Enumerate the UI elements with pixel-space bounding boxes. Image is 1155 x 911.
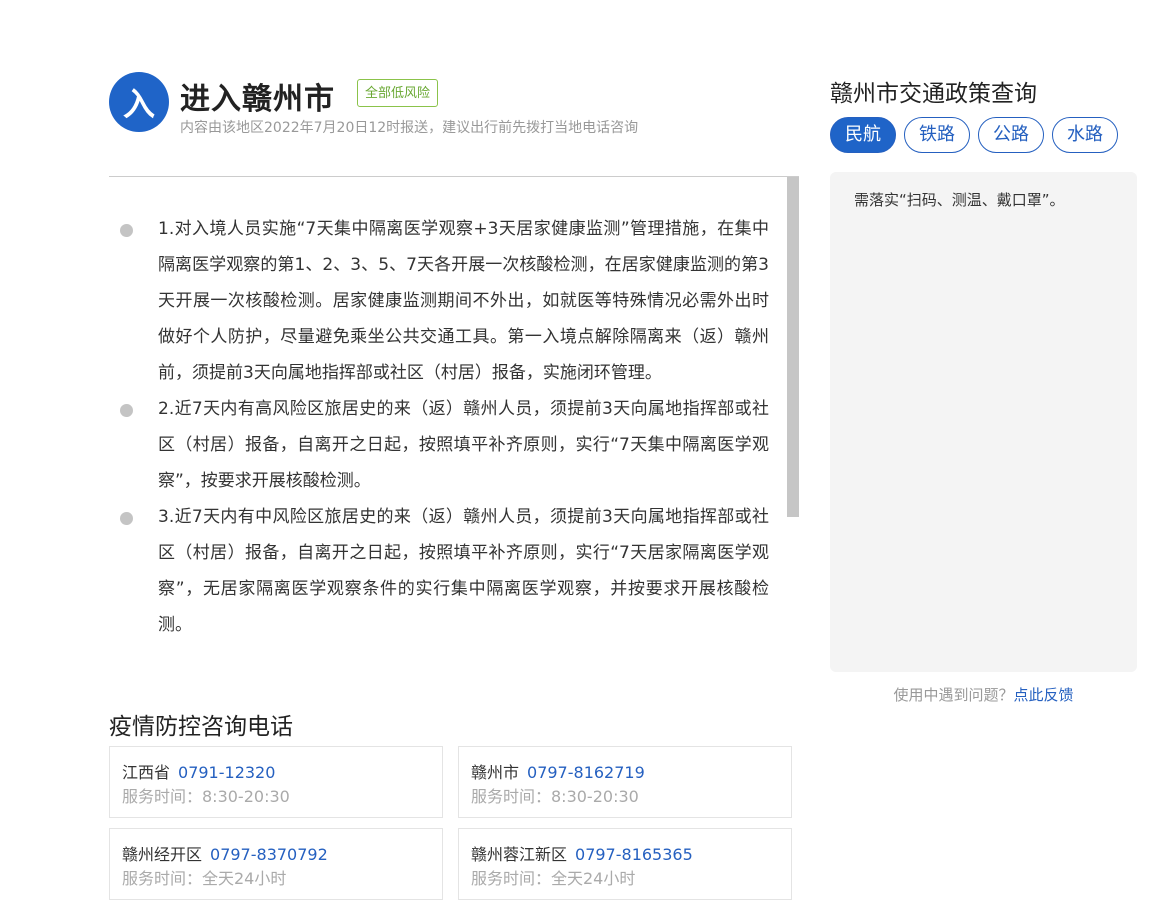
risk-level-badge: 全部低风险: [357, 79, 439, 107]
traffic-policy-panel: 需落实“扫码、测温、戴口罩”。: [830, 172, 1137, 672]
traffic-policy-title: 赣州市交通政策查询: [830, 81, 1037, 107]
hotline-region: 江西省: [122, 763, 171, 782]
hotline-phone-link[interactable]: 0797-8370792: [210, 845, 328, 864]
feedback-link[interactable]: 点此反馈: [1014, 686, 1074, 704]
hotline-card: 赣州市 0797-8162719 服务时间：8:30-20:30: [458, 746, 792, 818]
policy-text: 2.近7天内有高风险区旅居史的来（返）赣州人员，须提前3天向属地指挥部或社区（村…: [158, 399, 769, 491]
page-subtitle: 内容由该地区2022年7月20日12时报送，建议出行前先拨打当地电话咨询: [180, 120, 639, 136]
hotline-hours: 服务时间：全天24小时: [122, 869, 287, 888]
policy-item: 3.近7天内有中风险区旅居史的来（返）赣州人员，须提前3天向属地指挥部或社区（村…: [109, 499, 769, 643]
page-title: 进入赣州市: [180, 82, 335, 117]
hotline-region: 赣州蓉江新区: [471, 845, 568, 864]
hotline-hours: 服务时间：全天24小时: [471, 869, 636, 888]
policy-list: 1.对入境人员实施“7天集中隔离医学观察+3天居家健康监测”管理措施，在集中隔离…: [109, 211, 769, 643]
hotline-hours: 服务时间：8:30-20:30: [471, 787, 639, 806]
hotline-region: 赣州经开区: [122, 845, 203, 864]
policy-text: 3.近7天内有中风险区旅居史的来（返）赣州人员，须提前3天向属地指挥部或社区（村…: [158, 507, 769, 635]
policy-scrollbar-thumb[interactable]: [787, 177, 799, 517]
hotline-section-title: 疫情防控咨询电话: [109, 714, 293, 740]
tab-railway[interactable]: 铁路: [904, 117, 970, 153]
enter-city-icon: 入: [109, 72, 169, 132]
transport-tabs: 民航 铁路 公路 水路: [830, 117, 1118, 153]
bullet-icon: [120, 404, 133, 417]
hotline-card: 赣州经开区 0797-8370792 服务时间：全天24小时: [109, 828, 443, 900]
hotline-phone-link[interactable]: 0791-12320: [178, 763, 275, 782]
hotline-card: 江西省 0791-12320 服务时间：8:30-20:30: [109, 746, 443, 818]
bullet-icon: [120, 224, 133, 237]
tab-waterway[interactable]: 水路: [1052, 117, 1118, 153]
policy-text: 1.对入境人员实施“7天集中隔离医学观察+3天居家健康监测”管理措施，在集中隔离…: [158, 219, 769, 383]
traffic-policy-text: 需落实“扫码、测温、戴口罩”。: [854, 191, 1065, 209]
hotline-phone-link[interactable]: 0797-8162719: [527, 763, 645, 782]
policy-item: 1.对入境人员实施“7天集中隔离医学观察+3天居家健康监测”管理措施，在集中隔离…: [109, 211, 769, 391]
tab-highway[interactable]: 公路: [978, 117, 1044, 153]
feedback-prefix: 使用中遇到问题？: [893, 686, 1014, 704]
hotline-hours: 服务时间：8:30-20:30: [122, 787, 290, 806]
hotline-region: 赣州市: [471, 763, 520, 782]
hotline-card: 赣州蓉江新区 0797-8165365 服务时间：全天24小时: [458, 828, 792, 900]
tab-civil-aviation[interactable]: 民航: [830, 117, 896, 153]
hotline-phone-link[interactable]: 0797-8165365: [575, 845, 693, 864]
feedback-line: 使用中遇到问题？点此反馈: [830, 684, 1137, 705]
bullet-icon: [120, 512, 133, 525]
policy-item: 2.近7天内有高风险区旅居史的来（返）赣州人员，须提前3天向属地指挥部或社区（村…: [109, 391, 769, 499]
policy-list-container[interactable]: 1.对入境人员实施“7天集中隔离医学观察+3天居家健康监测”管理措施，在集中隔离…: [109, 177, 799, 677]
